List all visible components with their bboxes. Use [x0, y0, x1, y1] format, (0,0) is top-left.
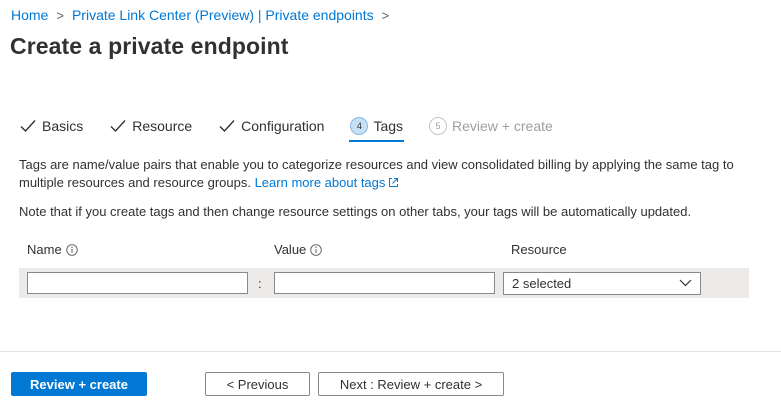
- page-title: Create a private endpoint: [10, 33, 289, 59]
- checkmark-icon: [20, 120, 36, 133]
- resource-header-label: Resource: [511, 242, 567, 257]
- breadcrumb-separator: >: [56, 7, 64, 23]
- breadcrumb-private-link-link[interactable]: Private Link Center (Preview) | Private …: [72, 7, 374, 23]
- tab-label: Configuration: [241, 118, 325, 134]
- tags-update-note: Note that if you create tags and then ch…: [19, 204, 692, 219]
- learn-more-text: Learn more about tags: [254, 175, 386, 190]
- chevron-down-icon: [679, 279, 692, 287]
- breadcrumb-separator: >: [381, 7, 390, 23]
- tab-review-create[interactable]: 5 Review + create: [429, 116, 553, 136]
- review-create-button[interactable]: Review + create: [11, 372, 147, 396]
- learn-more-tags-link[interactable]: Learn more about tags: [255, 175, 400, 190]
- tab-tags[interactable]: 4 Tags: [349, 116, 404, 142]
- tag-row: : 2 selected: [19, 268, 749, 298]
- external-link-icon: [389, 178, 399, 187]
- value-header-label: Value: [274, 242, 307, 257]
- info-icon[interactable]: [310, 243, 323, 256]
- info-icon[interactable]: [65, 243, 78, 256]
- tag-value-input[interactable]: [274, 272, 495, 294]
- breadcrumb: Home > Private Link Center (Preview) | P…: [11, 7, 397, 23]
- tab-label: Resource: [132, 118, 193, 134]
- tags-description: Tags are name/value pairs that enable yo…: [19, 156, 759, 192]
- tab-configuration[interactable]: Configuration: [218, 116, 324, 136]
- step-number-badge: 5: [429, 117, 448, 135]
- resource-selected-value: 2 selected: [512, 276, 572, 291]
- step-number-badge: 4: [350, 117, 369, 135]
- tab-label: Tags: [373, 118, 404, 134]
- name-header-label: Name: [27, 242, 62, 257]
- name-value-separator: :: [258, 276, 262, 291]
- checkmark-icon: [219, 120, 235, 133]
- tag-name-input[interactable]: [27, 272, 248, 294]
- breadcrumb-home-link[interactable]: Home: [11, 7, 48, 23]
- tab-resource[interactable]: Resource: [109, 116, 192, 136]
- wizard-tabs: Basics Resource Configuration 4 Tags 5 R…: [19, 116, 579, 146]
- tab-label: Basics: [42, 118, 84, 134]
- resource-dropdown[interactable]: 2 selected: [503, 272, 701, 295]
- resource-column-header: Resource: [511, 242, 567, 257]
- tab-label: Review + create: [452, 118, 553, 134]
- checkmark-icon: [110, 120, 126, 133]
- next-review-create-button[interactable]: Next : Review + create >: [318, 372, 504, 396]
- footer-divider: [0, 351, 781, 352]
- value-column-header: Value: [274, 242, 323, 257]
- name-column-header: Name: [27, 242, 78, 257]
- tab-basics[interactable]: Basics: [19, 116, 83, 136]
- previous-button[interactable]: < Previous: [205, 372, 310, 396]
